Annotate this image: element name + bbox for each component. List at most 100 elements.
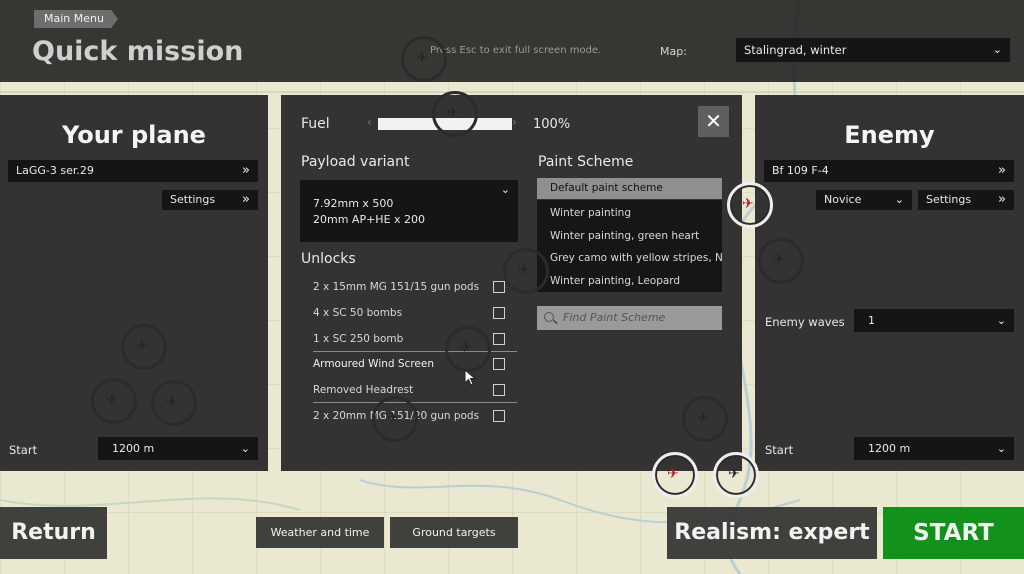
map-select-value: Stalingrad, winter: [744, 43, 847, 57]
plane-icon: ✈: [166, 394, 178, 410]
map-select[interactable]: Stalingrad, winter ⌄: [736, 38, 1010, 62]
ground-targets-button[interactable]: Ground targets: [390, 517, 518, 548]
plane-icon: ✈: [742, 196, 754, 212]
enemy-skill-select[interactable]: Novice ⌄: [816, 190, 912, 210]
unlocks-label: Unlocks: [301, 251, 356, 267]
paint-scheme-option[interactable]: Winter painting: [550, 207, 722, 219]
plane-icon: ✈: [387, 410, 399, 426]
your-plane-settings-button[interactable]: Settings »: [162, 190, 258, 210]
your-plane-panel: Your plane: [0, 95, 268, 471]
plane-icon: ✈: [106, 392, 118, 408]
payload-label: Payload variant: [301, 154, 410, 170]
enemy-skill-value: Novice: [824, 193, 862, 206]
payload-select[interactable]: 7.92mm x 500 20mm AP+HE x 200 ⌄: [300, 180, 518, 242]
settings-label: Settings: [170, 193, 216, 206]
return-button[interactable]: Return: [0, 507, 107, 559]
unlock-label: 2 x 15mm MG 151/15 gun pods: [313, 281, 480, 293]
main-menu-button[interactable]: Main Menu: [34, 10, 118, 28]
enemy-waves-select[interactable]: 1 ⌄: [854, 309, 1014, 332]
plane-icon: ✈: [697, 410, 709, 426]
paint-scheme-option[interactable]: Winter painting, Leopard: [550, 275, 722, 287]
your-plane-start-select[interactable]: 1200 m ⌄: [98, 437, 258, 460]
unlock-checkbox[interactable]: [493, 410, 505, 422]
unlock-row[interactable]: 2 x 15mm MG 151/15 gun pods: [313, 275, 517, 300]
fullscreen-hint: Press Esc to exit full screen mode.: [430, 45, 602, 56]
flight-marker[interactable]: ✈: [713, 452, 759, 498]
chevron-down-icon: ⌄: [992, 43, 1002, 56]
search-icon: [544, 312, 554, 322]
unlock-checkbox[interactable]: [493, 281, 505, 293]
payload-line: 20mm AP+HE x 200: [313, 213, 426, 226]
chevron-down-icon: ⌄: [894, 193, 904, 206]
close-icon[interactable]: ✕: [698, 106, 729, 137]
paint-scheme-selected[interactable]: Default paint scheme: [537, 178, 722, 199]
enemy-settings-button[interactable]: Settings »: [918, 190, 1014, 210]
settings-label: Settings: [926, 193, 972, 206]
unlock-checkbox[interactable]: [493, 358, 505, 370]
fuel-increase-icon[interactable]: ›: [512, 115, 517, 129]
unlock-label: Armoured Wind Screen: [313, 358, 434, 370]
unlock-label: Removed Headrest: [313, 384, 414, 396]
chevron-down-icon: ⌄: [996, 442, 1006, 455]
double-chevron-right-icon: »: [242, 163, 250, 178]
paint-scheme-list: Winter painting Winter painting, green h…: [537, 200, 722, 292]
chevron-down-icon: ⌄: [240, 442, 250, 455]
double-chevron-right-icon: »: [998, 163, 1006, 178]
flight-marker[interactable]: ✈: [445, 326, 491, 372]
enemy-waves-value: 1: [868, 314, 875, 327]
plane-icon: ✈: [447, 105, 459, 121]
your-plane-title: Your plane: [62, 121, 206, 149]
fuel-label: Fuel: [301, 116, 330, 132]
flight-marker[interactable]: ✈: [503, 248, 549, 294]
enemy-title: Enemy: [844, 121, 935, 149]
flight-marker[interactable]: ✈: [652, 452, 698, 498]
payload-line: 7.92mm x 500: [313, 197, 394, 210]
double-chevron-right-icon: »: [242, 192, 250, 207]
your-plane-select[interactable]: LaGG-3 ser.29 »: [8, 160, 258, 182]
unlock-label: 1 x SC 250 bomb: [313, 333, 404, 345]
flight-marker[interactable]: ✈: [372, 396, 418, 442]
plane-icon: ✈: [773, 252, 785, 268]
weather-and-time-button[interactable]: Weather and time: [256, 517, 384, 548]
enemy-waves-label: Enemy waves: [765, 315, 845, 329]
fuel-value: 100%: [533, 117, 571, 132]
flight-marker[interactable]: ✈: [401, 36, 447, 82]
realism-button[interactable]: Realism: expert: [667, 507, 877, 559]
plane-icon: ✈: [416, 50, 428, 66]
page-title: Quick mission: [32, 36, 244, 67]
start-altitude-value: 1200 m: [868, 442, 911, 455]
flight-marker[interactable]: ✈: [682, 396, 728, 442]
plane-icon: ✈: [667, 466, 679, 482]
your-plane-start-label: Start: [9, 443, 38, 457]
flight-marker[interactable]: ✈: [91, 378, 137, 424]
start-altitude-value: 1200 m: [112, 442, 155, 455]
plane-icon: ✈: [460, 340, 472, 356]
start-button[interactable]: START: [883, 507, 1024, 559]
plane-icon: ✈: [136, 338, 148, 354]
double-chevron-right-icon: »: [998, 192, 1006, 207]
paint-scheme-option[interactable]: Winter painting, green heart: [550, 230, 722, 242]
flight-marker[interactable]: ✈: [758, 238, 804, 284]
unlock-checkbox[interactable]: [493, 307, 505, 319]
enemy-start-select[interactable]: 1200 m ⌄: [854, 437, 1014, 460]
flight-marker[interactable]: ✈: [432, 91, 478, 137]
flight-marker[interactable]: ✈: [151, 380, 197, 426]
flight-marker[interactable]: ✈: [727, 182, 773, 228]
plane-icon: ✈: [728, 466, 740, 482]
paint-search-input[interactable]: Find Paint Scheme: [537, 306, 722, 330]
flight-marker[interactable]: ✈: [121, 324, 167, 370]
paint-scheme-label: Paint Scheme: [538, 154, 634, 170]
unlock-row[interactable]: 4 x SC 50 bombs: [313, 301, 517, 326]
unlock-row[interactable]: Removed Headrest: [313, 378, 517, 403]
map-label: Map:: [660, 45, 687, 58]
unlock-checkbox[interactable]: [493, 384, 505, 396]
fuel-decrease-icon[interactable]: ‹: [367, 115, 372, 129]
enemy-plane-select[interactable]: Bf 109 F-4 »: [764, 160, 1014, 182]
enemy-panel: Enemy: [755, 95, 1024, 471]
paint-scheme-option[interactable]: Grey camo with yellow stripes, No: [550, 252, 722, 264]
chevron-down-icon: ⌄: [996, 314, 1006, 327]
enemy-start-label: Start: [765, 443, 794, 457]
mouse-cursor-icon: [464, 369, 477, 386]
enemy-plane-value: Bf 109 F-4: [772, 164, 829, 177]
unlock-checkbox[interactable]: [493, 333, 505, 345]
